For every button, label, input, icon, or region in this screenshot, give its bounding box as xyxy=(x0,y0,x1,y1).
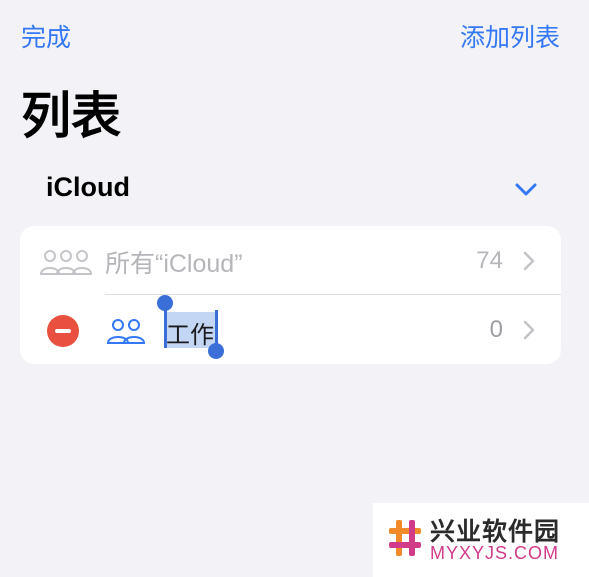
people-icon xyxy=(106,319,146,344)
watermark: 兴业软件园 MYXYJS.COM xyxy=(373,503,589,577)
minus-icon xyxy=(55,329,71,333)
hash-logo-icon xyxy=(387,518,423,558)
list-name-text: 工作 xyxy=(166,322,214,349)
lists-card: 所有“iCloud” 74 工作 0 xyxy=(20,226,561,364)
watermark-subtitle: MYXYJS.COM xyxy=(430,543,560,563)
list-count: 0 xyxy=(489,316,503,343)
chevron-right-icon xyxy=(523,251,535,271)
people-group-icon xyxy=(39,250,93,275)
list-row-work[interactable]: 工作 0 xyxy=(20,295,561,364)
selection-start-handle[interactable] xyxy=(164,306,167,348)
chevron-down-icon[interactable] xyxy=(514,180,538,198)
delete-list-button[interactable] xyxy=(47,315,79,347)
selection-start-knob[interactable] xyxy=(157,295,173,311)
account-section-header: iCloud xyxy=(46,172,130,202)
page-title: 列表 xyxy=(21,88,121,144)
list-row-all-icloud[interactable]: 所有“iCloud” 74 xyxy=(20,226,561,295)
add-list-button[interactable]: 添加列表 xyxy=(460,18,560,54)
selection-end-knob[interactable] xyxy=(208,343,224,359)
list-name-all-icloud: 所有“iCloud” xyxy=(105,250,243,278)
done-button[interactable]: 完成 xyxy=(21,18,71,54)
list-count: 74 xyxy=(476,247,503,274)
chevron-right-icon xyxy=(523,320,535,340)
